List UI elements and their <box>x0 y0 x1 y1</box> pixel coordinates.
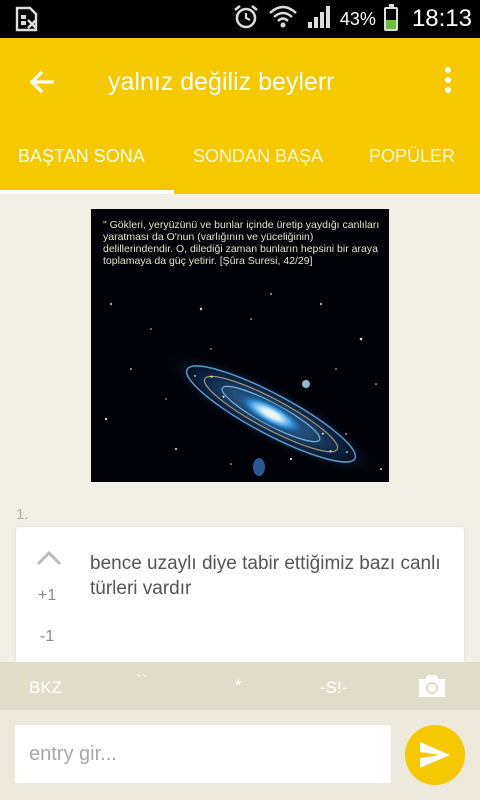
bkz-button[interactable]: BKZ <box>29 678 62 698</box>
entry-text: bence uzaylı diye tabir ettiğimiz bazı c… <box>90 553 441 599</box>
battery-icon <box>383 4 398 31</box>
wifi-icon <box>268 4 298 35</box>
app-bar: yalnız değiliz beylerr BAŞTAN SONA SONDA… <box>0 38 480 194</box>
alarm-icon <box>232 3 260 36</box>
tab-populer[interactable]: POPÜLER <box>369 146 455 167</box>
upvote-button[interactable]: +1 <box>38 587 56 605</box>
star-button[interactable]: * <box>235 676 242 696</box>
clock: 18:13 <box>411 5 472 32</box>
shortcut-toolbar: BKZ `` * -S!- <box>0 662 480 710</box>
battery-percent: 43% <box>339 8 376 29</box>
image-caption: " Gökleri, yeryüzünü ve bunlar içinde ür… <box>103 219 380 267</box>
entry-composer <box>0 710 480 800</box>
tab-bastan-sona[interactable]: BAŞTAN SONA <box>18 146 145 167</box>
entry-card: +1 -1 bence uzaylı diye tabir ettiğimiz … <box>16 527 464 662</box>
camera-icon[interactable] <box>416 672 448 700</box>
more-vert-icon[interactable] <box>436 64 460 100</box>
page-title: yalnız değiliz beylerr <box>108 68 335 96</box>
spoiler-button[interactable]: -S!- <box>320 678 347 698</box>
backtick-button[interactable]: `` <box>136 672 147 692</box>
send-icon[interactable] <box>405 725 465 785</box>
arrow-back-icon[interactable] <box>22 62 62 102</box>
battery-level-fill <box>385 20 396 29</box>
entry-image[interactable]: " Gökleri, yeryüzünü ve bunlar içinde ür… <box>91 209 389 482</box>
entry-input[interactable] <box>15 725 391 783</box>
tab-sondan-basa[interactable]: SONDAN BAŞA <box>193 146 323 167</box>
downvote-button[interactable]: -1 <box>40 628 54 646</box>
status-bar: 43% 18:13 <box>0 0 480 38</box>
entry-number: 1. <box>16 506 29 523</box>
chevron-up-icon[interactable] <box>36 549 62 567</box>
sim-card-off-icon <box>14 6 40 37</box>
tab-bar: BAŞTAN SONA SONDAN BAŞA POPÜLER <box>0 134 480 194</box>
signal-icon <box>306 4 332 35</box>
entry-list[interactable]: " Gökleri, yeryüzünü ve bunlar içinde ür… <box>0 194 480 662</box>
